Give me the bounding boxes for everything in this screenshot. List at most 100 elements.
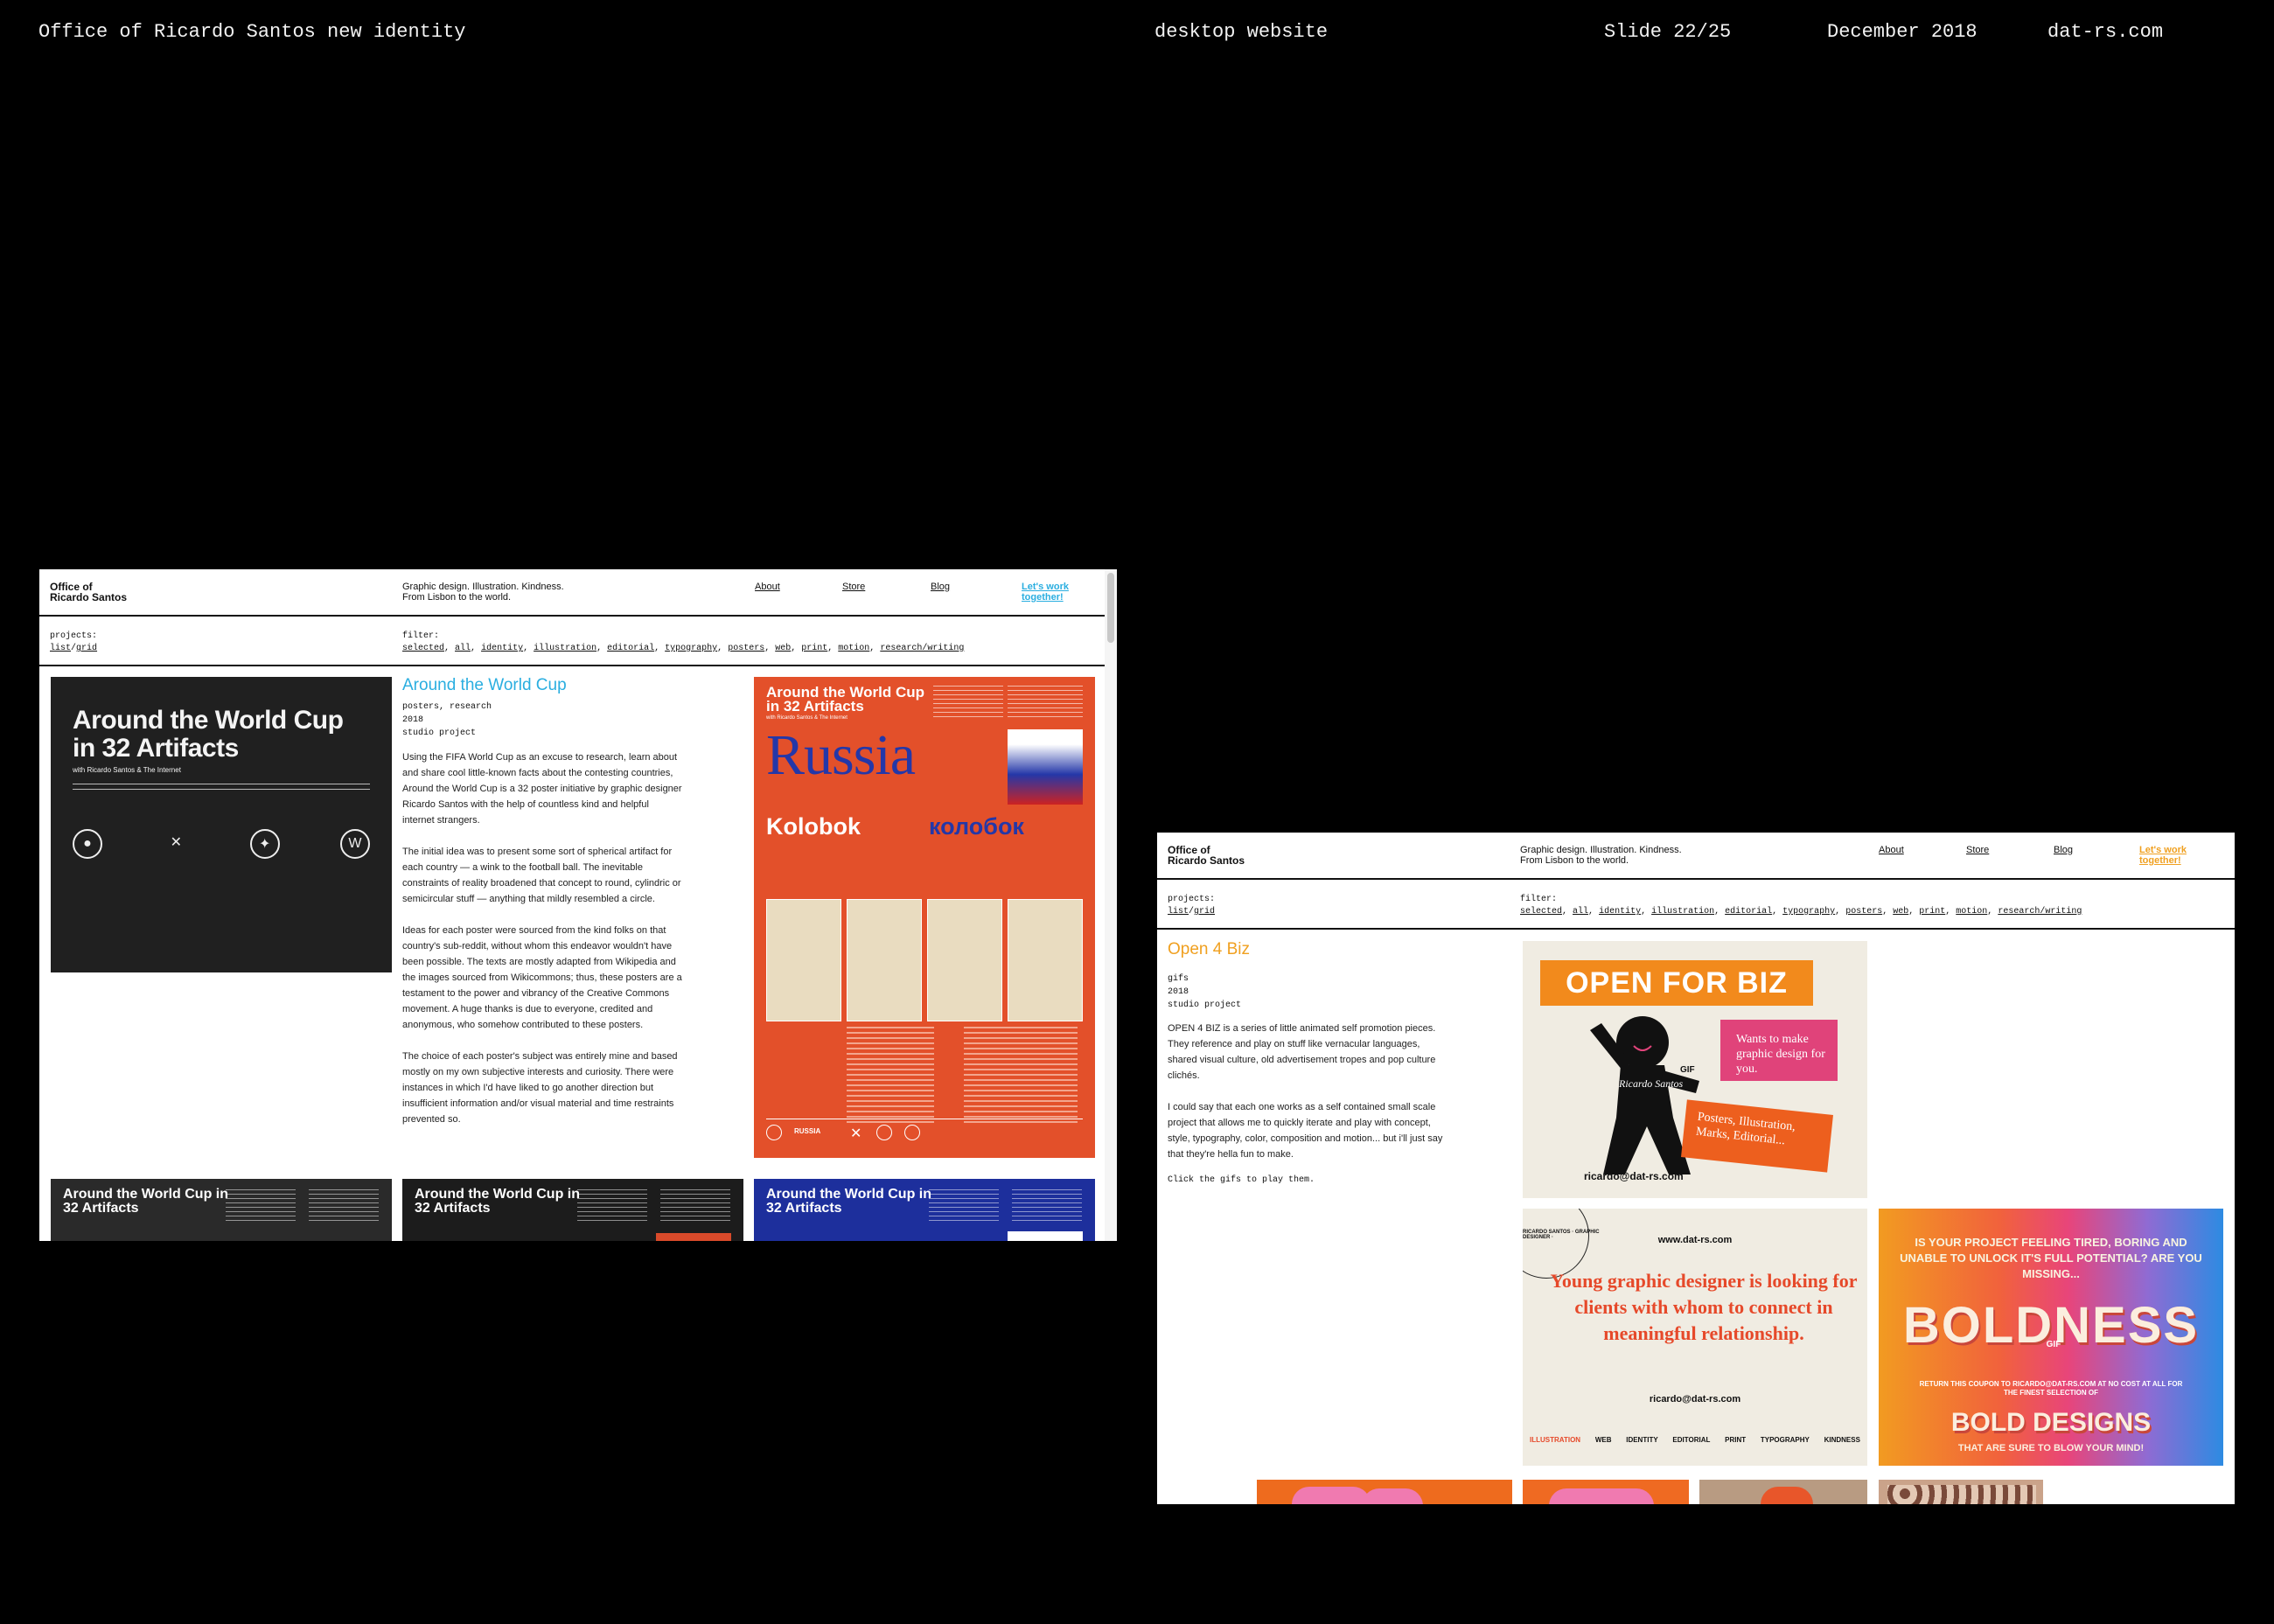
nav-blog[interactable]: Blog [931,582,950,592]
poster-thumb-3[interactable]: Around the World Cup in 32 Artifacts [754,1179,1095,1241]
project-meta: posters, research 2018 studio project [402,702,492,738]
filter-posters[interactable]: posters [1845,907,1882,917]
filter-illustration[interactable]: illustration [1651,907,1714,917]
service-label: ILLUSTRATION [1530,1436,1581,1444]
cta-contact-link[interactable]: Let's work together! [1022,582,1069,603]
poster-russia-country: Russia [766,723,916,787]
gif-boldness[interactable]: IS YOUR PROJECT FEELING TIRED, BORING AN… [1879,1209,2223,1466]
kolobok-illustration-2 [847,899,922,1021]
project-description: Using the FIFA World Cup as an excuse to… [402,752,682,1125]
gif-label: GIF [1680,1065,1695,1075]
filter-identity[interactable]: identity [481,644,523,653]
filter-print[interactable]: print [801,644,827,653]
scrollbar[interactable] [1105,569,1117,1241]
bold-card-coupon: RETURN THIS COUPON TO RICARDO@DAT-RS.COM… [1919,1380,2183,1397]
nav-about[interactable]: About [755,582,780,592]
filter-motion[interactable]: motion [838,644,869,653]
poster-cover-title: Around the World Cup in 32 Artifacts [73,706,344,763]
biz-banner: OPEN FOR BIZ [1540,960,1813,1006]
scrollbar-thumb[interactable] [1107,573,1114,643]
gif-thumb-1[interactable] [1257,1480,1512,1504]
slide-project-title: Office of Ricardo Santos new identity [38,21,466,43]
website-screenshot-world-cup: Office of Ricardo Santos Graphic design. … [39,569,1117,1241]
gif-open-for-biz[interactable]: OPEN FOR BIZ Ricardo Santos Wants to mak… [1523,941,1867,1198]
filter-bar: projects: list/grid filter: selected, al… [1157,880,2235,930]
filter-motion[interactable]: motion [1956,907,1987,917]
kolobok-illustration-3 [927,899,1002,1021]
wikipedia-icon: W [339,829,370,859]
site-header: Office of Ricardo Santos Graphic design. … [1157,833,2235,880]
poster-russia-header: Around the World Cup in 32 Artifacts [766,684,924,714]
site-logo[interactable]: Office of Ricardo Santos [1168,845,1245,866]
poster-russia-footer-icons: RUSSIA ✕ [766,1125,920,1141]
slide-site: dat-rs.com [2047,21,2164,43]
filter-selected[interactable]: selected [1520,907,1562,917]
filter-bar: projects: list/grid filter: selected, al… [39,617,1117,666]
poster-thumb-1[interactable]: Around the World Cup in 32 Artifacts [51,1179,392,1241]
projects-view-switch: projects: list/grid [1168,895,1216,917]
gif-young-designer[interactable]: RICARDO SANTOS · GRAPHIC DESIGNER · www.… [1523,1209,1867,1466]
site-header: Office of Ricardo Santos Graphic design. … [39,569,1117,617]
filter-research-writing[interactable]: research/writing [880,644,964,653]
nav-store[interactable]: Store [842,582,865,592]
project-title[interactable]: Around the World Cup [402,676,567,695]
poster-cover-subtitle: with Ricardo Santos & The Internet [73,766,181,774]
filter-typography[interactable]: typography [1782,907,1835,917]
nav-about[interactable]: About [1879,845,1904,855]
service-label: WEB [1594,1436,1612,1444]
filter-typography[interactable]: typography [665,644,717,653]
filter-selected[interactable]: selected [402,644,444,653]
poster-russia-image[interactable]: Around the World Cup in 32 Artifacts wit… [754,677,1095,1158]
gif-thumb-4[interactable] [1879,1480,2043,1504]
service-label: EDITORIAL [1672,1436,1711,1444]
filter-editorial[interactable]: editorial [607,644,654,653]
filter-identity[interactable]: identity [1599,907,1641,917]
russia-flag-gradient [1008,729,1083,805]
filter-links: selected, all, identity, illustration, e… [402,644,965,653]
poster-cover-icons: ● ✕ ✦ W [73,829,370,859]
projects-view-switch: projects: list/grid [50,631,98,653]
nav-blog[interactable]: Blog [2054,845,2073,855]
ball-icon: ✦ [249,829,280,859]
filter-editorial[interactable]: editorial [1725,907,1772,917]
filter-web[interactable]: web [775,644,791,653]
gif-play-hint: Click the gifs to play them. [1168,1175,1315,1185]
cta-contact-link[interactable]: Let's work together! [2139,845,2187,866]
view-list-link[interactable]: list [1168,907,1189,917]
service-label: TYPOGRAPHY [1760,1436,1810,1444]
gif-thumb-3[interactable] [1699,1480,1867,1504]
filter-links: selected, all, identity, illustration, e… [1520,907,2082,917]
filter-group: filter: selected, all, identity, illustr… [402,631,965,653]
project-description: OPEN 4 BIZ is a series of little animate… [1168,1023,1443,1160]
view-grid-link[interactable]: grid [1194,907,1215,917]
site-logo[interactable]: Office of Ricardo Santos [50,582,127,603]
filter-all[interactable]: all [1573,907,1588,917]
gif-thumb-2[interactable] [1523,1480,1689,1504]
filter-all[interactable]: all [455,644,471,653]
filter-print[interactable]: print [1919,907,1945,917]
reddit-icon: ● [73,829,102,859]
filter-posters[interactable]: posters [728,644,764,653]
filter-web[interactable]: web [1893,907,1908,917]
nav-store[interactable]: Store [1966,845,1989,855]
project-title[interactable]: Open 4 Biz [1168,940,1250,959]
filter-illustration[interactable]: illustration [534,644,596,653]
young-card-services: ILLUSTRATION WEB IDENTITY EDITORIAL PRINT TYP… [1530,1436,1860,1444]
poster-thumb-2[interactable]: Around the World Cup in 32 Artifacts [402,1179,743,1241]
kolobok-illustration-1 [766,899,841,1021]
biz-email: ricardo@dat-rs.com [1584,1170,1684,1182]
biz-pink-tag: Wants to make graphic design for you. [1720,1020,1838,1081]
site-tagline: Graphic design. Illustration. Kindness. F… [402,582,564,603]
wikicommons-icon: ✕ [170,835,183,850]
filter-research-writing[interactable]: research/writing [1998,907,2082,917]
view-list-link[interactable]: list [50,644,71,653]
service-label: KINDNESS [1824,1436,1860,1444]
view-grid-link[interactable]: grid [76,644,97,653]
poster-russia-artifact: Kolobok [766,813,861,840]
poster-cover-image[interactable]: Around the World Cup in 32 Artifacts wit… [51,677,392,972]
slide-header: Office of Ricardo Santos new identity de… [38,21,2208,47]
kolobok-illustration-4 [1008,899,1083,1021]
poster-russia-artifact-cyrillic: колобок [929,813,1024,840]
young-card-email: ricardo@dat-rs.com [1649,1394,1741,1404]
bold-card-question: IS YOUR PROJECT FEELING TIRED, BORING AN… [1900,1236,2202,1280]
